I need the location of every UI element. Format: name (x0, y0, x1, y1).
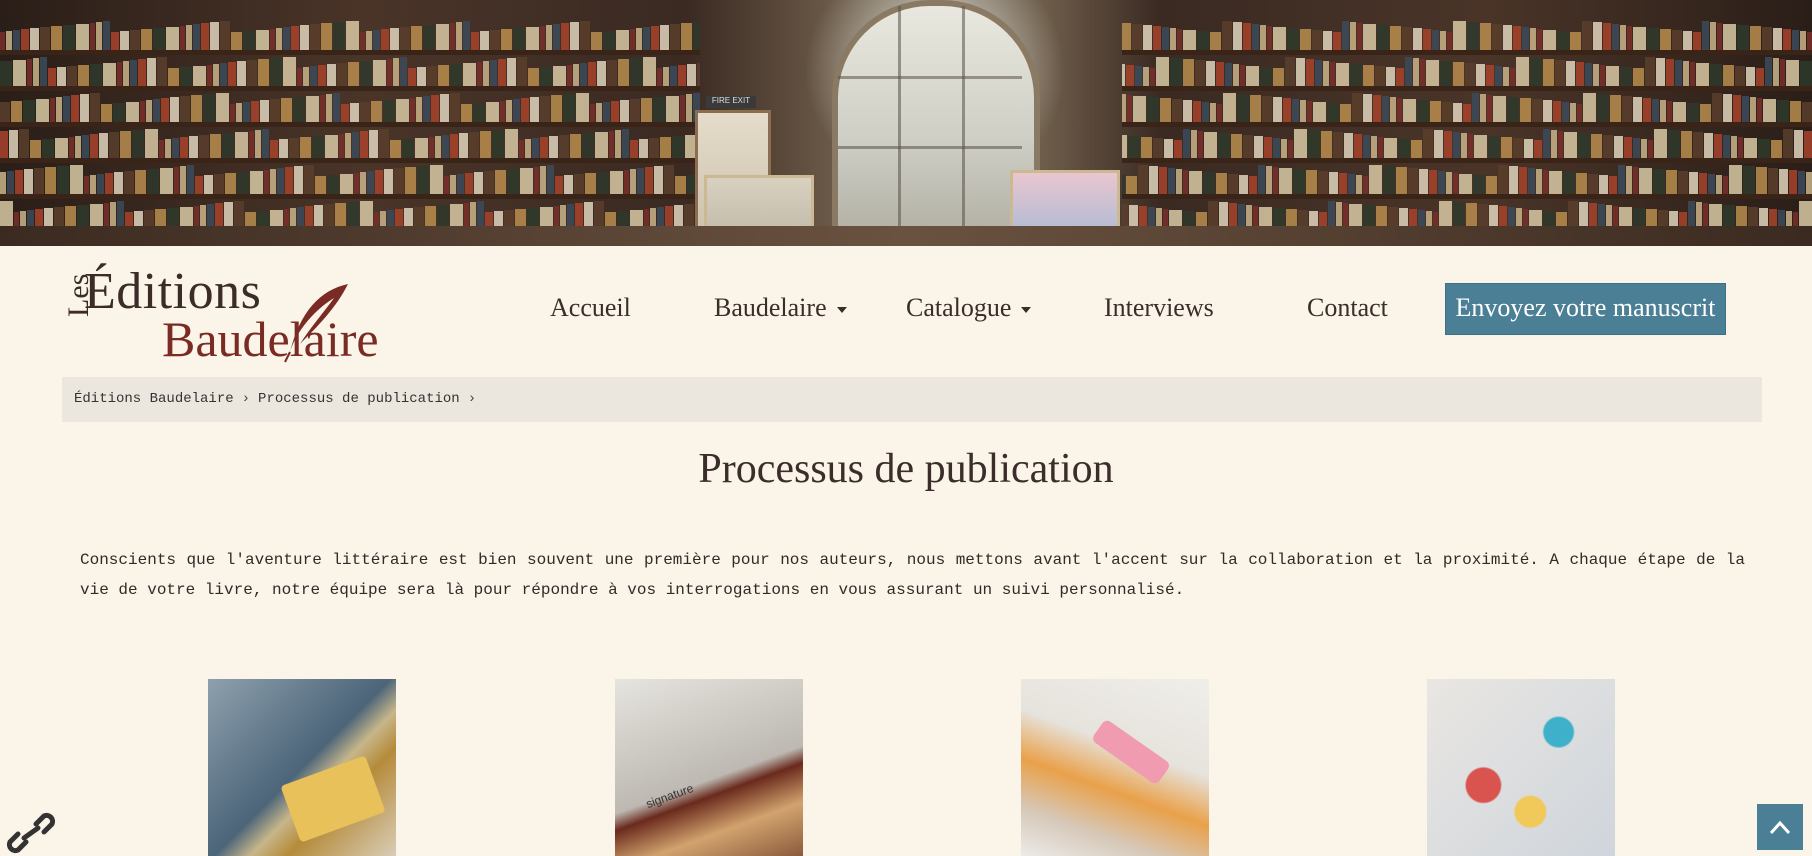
caret-down-icon (836, 307, 847, 314)
nav-label: Contact (1307, 293, 1388, 322)
book-shape (280, 755, 386, 843)
arched-window (832, 0, 1040, 232)
signature-thumbnail[interactable]: signature (615, 679, 803, 856)
nav-label: Baudelaire (714, 293, 827, 322)
correction-thumbnail[interactable] (1021, 679, 1209, 856)
scroll-to-top-button[interactable] (1757, 804, 1803, 850)
intro-paragraph: Conscients que l'aventure littéraire est… (80, 551, 1745, 599)
nav-item-interviews[interactable]: Interviews (1104, 284, 1214, 332)
nav-item-contact[interactable]: Contact (1307, 284, 1388, 332)
nav-label: Accueil (550, 293, 631, 322)
link-icon[interactable] (6, 810, 56, 856)
bookshelves-left (0, 21, 700, 235)
nav-label: Catalogue (906, 293, 1012, 322)
bookshelves-right (1122, 21, 1812, 235)
submit-manuscript-button[interactable]: Envoyez votre manuscrit (1445, 283, 1726, 335)
eraser-shape (1090, 718, 1172, 786)
exit-sign: FIRE EXIT (706, 96, 756, 108)
nav-item-accueil[interactable]: Accueil (550, 284, 631, 332)
page-title: Processus de publication (698, 446, 1114, 492)
quill-icon (284, 284, 348, 363)
breadcrumb: Éditions Baudelaire › Processus de publica… (62, 377, 1762, 422)
breadcrumb-link-home[interactable]: Éditions Baudelaire (74, 391, 234, 407)
reading-thumbnail[interactable] (208, 679, 396, 856)
header-banner-image: FIRE EXIT (0, 0, 1812, 246)
chevron-up-icon (1769, 820, 1791, 835)
caret-down-icon (1021, 307, 1032, 314)
nav-item-baudelaire[interactable]: Baudelaire (714, 284, 847, 332)
nav-label: Interviews (1104, 293, 1214, 322)
signature-label: signature (644, 780, 696, 812)
breadcrumb-separator: › (241, 391, 251, 407)
site-logo[interactable]: Les Éditions Baudelaire (60, 262, 390, 367)
floor (0, 226, 1812, 246)
design-thumbnail[interactable] (1427, 679, 1615, 856)
nav-item-catalogue[interactable]: Catalogue (906, 284, 1032, 332)
breadcrumb-separator: › (467, 391, 477, 407)
breadcrumb-current[interactable]: Processus de publication (258, 391, 460, 407)
